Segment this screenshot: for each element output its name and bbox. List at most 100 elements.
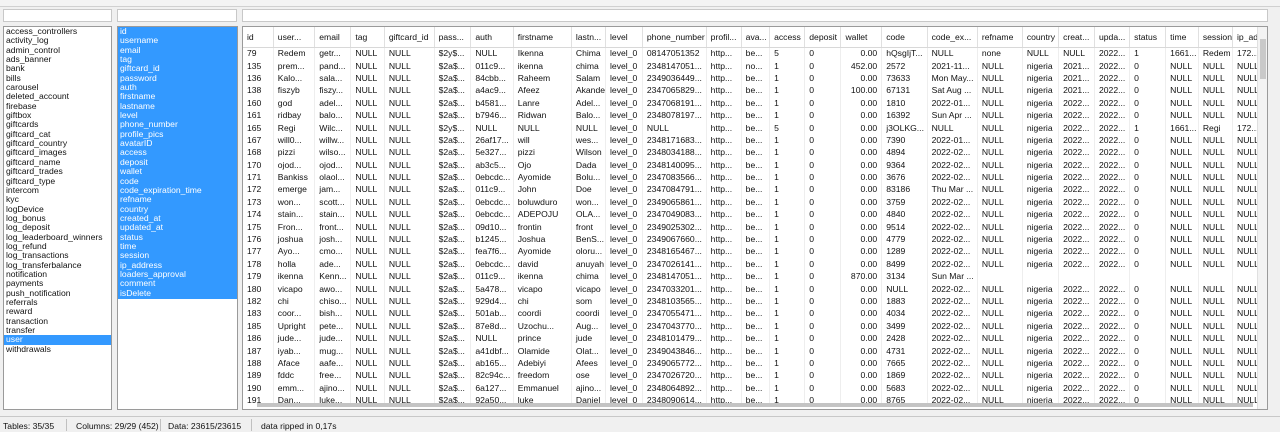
- table-cell[interactable]: NULL: [350, 170, 385, 184]
- table-cell[interactable]: 0ebcdc...: [470, 195, 514, 209]
- table-cell[interactable]: NULL: [384, 381, 435, 394]
- table-cell[interactable]: emerge: [273, 183, 316, 196]
- table-cell[interactable]: NULL: [977, 59, 1023, 72]
- table-cell[interactable]: NULL: [1198, 381, 1233, 394]
- table-cell[interactable]: Ayomide: [513, 170, 572, 184]
- column-list-item[interactable]: country: [118, 204, 237, 214]
- table-cell[interactable]: NULL: [350, 108, 385, 122]
- table-cell[interactable]: 2022...: [1058, 344, 1095, 357]
- table-cell[interactable]: 2022...: [1058, 108, 1095, 122]
- table-cell[interactable]: 2022...: [1058, 381, 1095, 394]
- table-cell[interactable]: 87e8d...: [470, 319, 514, 332]
- table-cell[interactable]: 2572: [881, 59, 928, 72]
- table-cell[interactable]: 1661...: [1165, 121, 1199, 134]
- table-cell[interactable]: NULL: [384, 220, 435, 233]
- table-cell[interactable]: 83186: [881, 183, 928, 196]
- table-cell[interactable]: 2347033201...: [642, 282, 707, 295]
- table-cell[interactable]: 0: [1129, 158, 1167, 171]
- table-cell[interactable]: NULL: [1198, 220, 1233, 233]
- table-cell[interactable]: NULL: [350, 133, 385, 147]
- table-cell[interactable]: 2348103565...: [642, 294, 707, 308]
- table-cell[interactable]: 1: [769, 208, 806, 221]
- table-row[interactable]: 160 god adel... NULL NULL $2a$... b4581... Lanr…: [243, 96, 1267, 109]
- table-cell[interactable]: 0ebcdc...: [470, 170, 514, 184]
- table-list-item[interactable]: deleted_account: [4, 92, 111, 101]
- table-cell[interactable]: nigeria: [1022, 245, 1060, 258]
- table-cell[interactable]: nigeria: [1022, 331, 1060, 345]
- table-cell[interactable]: 0: [1129, 108, 1167, 122]
- table-cell[interactable]: 0: [804, 208, 842, 221]
- table-list-item[interactable]: giftcard_country: [4, 139, 111, 148]
- table-cell[interactable]: 138: [243, 84, 274, 97]
- table-cell[interactable]: 2022...: [1094, 170, 1131, 184]
- table-row[interactable]: 136 Kalo... sala... NULL NULL $2a$... 84cbb...…: [243, 71, 1267, 85]
- table-cell[interactable]: $2a$...: [434, 270, 472, 283]
- table-cell[interactable]: 0: [804, 170, 842, 184]
- table-cell[interactable]: be...: [741, 133, 771, 147]
- table-cell[interactable]: 2349065861...: [642, 195, 707, 209]
- table-cell[interactable]: John: [513, 183, 572, 196]
- table-row[interactable]: 161 ridbay balo... NULL NULL $2a$... b7946... R…: [243, 108, 1267, 122]
- table-cell[interactable]: freedom: [513, 369, 572, 382]
- table-cell[interactable]: http...: [706, 47, 742, 60]
- table-cell[interactable]: 4779: [881, 232, 928, 246]
- column-list-item[interactable]: avatarID: [118, 139, 237, 149]
- table-cell[interactable]: NULL: [1165, 294, 1199, 308]
- table-cell[interactable]: Ikenna: [513, 47, 572, 60]
- table-list-item[interactable]: withdrawals: [4, 345, 111, 354]
- table-cell[interactable]: 2022-01...: [927, 96, 978, 109]
- table-cell[interactable]: 175: [243, 220, 274, 233]
- table-cell[interactable]: level_0: [605, 146, 643, 159]
- table-cell[interactable]: NULL: [1198, 319, 1233, 332]
- table-cell[interactable]: 5e327...: [470, 146, 514, 159]
- table-cell[interactable]: 2022...: [1094, 59, 1131, 72]
- table-cell[interactable]: NULL: [350, 307, 385, 320]
- table-cell[interactable]: 2021...: [1058, 59, 1095, 72]
- table-cell[interactable]: Ojo: [513, 158, 572, 171]
- table-cell[interactable]: $2a$...: [434, 307, 472, 320]
- table-cell[interactable]: http...: [706, 108, 742, 122]
- table-cell[interactable]: 4034: [881, 307, 928, 320]
- table-cell[interactable]: 011c9...: [470, 59, 514, 72]
- table-cell[interactable]: 6a127...: [470, 381, 514, 394]
- table-cell[interactable]: NULL: [1165, 245, 1199, 258]
- table-cell[interactable]: 0.00: [840, 356, 883, 370]
- table-row[interactable]: 172 emerge jam... NULL NULL $2a$... 011c9... Jo…: [243, 183, 1267, 196]
- table-cell[interactable]: 168: [243, 146, 274, 159]
- table-cell[interactable]: sala...: [314, 71, 352, 85]
- table-cell[interactable]: emm...: [273, 381, 316, 394]
- table-cell[interactable]: be...: [741, 121, 771, 134]
- table-cell[interactable]: NULL: [977, 183, 1023, 196]
- table-cell[interactable]: prem...: [273, 59, 316, 72]
- table-cell[interactable]: NULL: [350, 84, 385, 97]
- column-list-item[interactable]: profile_pics: [118, 129, 237, 140]
- table-row[interactable]: 167 will0... willw... NULL NULL $2a$... 26af17…: [243, 133, 1267, 147]
- table-cell[interactable]: NULL: [384, 307, 435, 320]
- table-cell[interactable]: oloru...: [571, 245, 607, 258]
- table-cell[interactable]: NULL: [977, 96, 1023, 109]
- table-cell[interactable]: 0: [804, 232, 842, 246]
- table-cell[interactable]: 1: [769, 71, 806, 85]
- table-cell[interactable]: http...: [706, 170, 742, 184]
- table-cell[interactable]: fiszy...: [314, 84, 352, 97]
- table-cell[interactable]: NULL: [384, 344, 435, 357]
- table-cell[interactable]: 178: [243, 257, 274, 271]
- column-list-item[interactable]: isDelete: [118, 288, 237, 298]
- table-cell[interactable]: NULL: [350, 344, 385, 357]
- column-list-item[interactable]: firstname: [118, 92, 237, 102]
- table-cell[interactable]: 177: [243, 245, 274, 258]
- table-cell[interactable]: NULL: [384, 47, 435, 60]
- table-cell[interactable]: 2022-02...: [927, 170, 978, 184]
- table-cell[interactable]: 67131: [881, 84, 928, 97]
- table-cell[interactable]: $2a$...: [434, 146, 472, 159]
- table-cell[interactable]: $2a$...: [434, 282, 472, 295]
- table-cell[interactable]: 0: [1129, 96, 1167, 109]
- table-list-item[interactable]: giftcard_images: [4, 148, 111, 157]
- table-cell[interactable]: 2022...: [1094, 133, 1131, 147]
- table-cell[interactable]: 2347026141...: [642, 257, 707, 271]
- table-cell[interactable]: [1022, 270, 1060, 283]
- table-cell[interactable]: Olamide: [513, 344, 572, 357]
- table-cell[interactable]: 1810: [881, 96, 928, 109]
- table-cell[interactable]: be...: [741, 331, 771, 345]
- table-cell[interactable]: 2022...: [1094, 356, 1131, 370]
